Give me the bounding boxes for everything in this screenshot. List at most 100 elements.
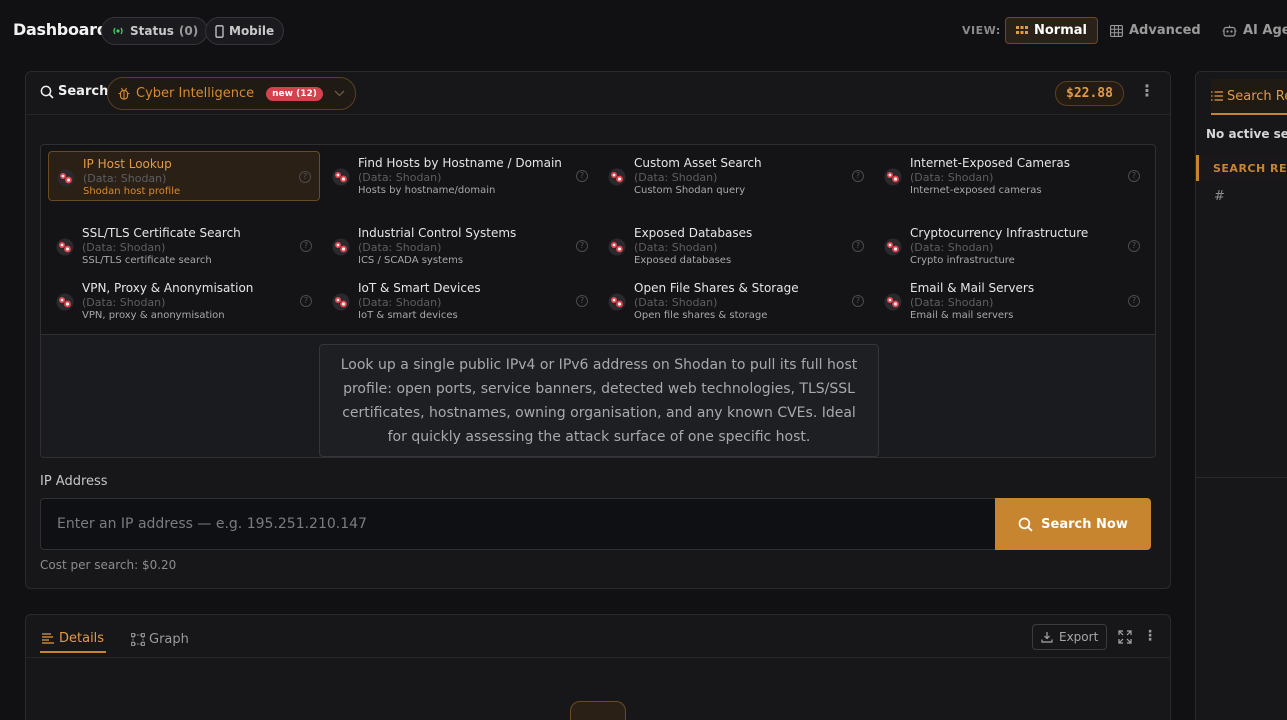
results-column-header: # bbox=[1214, 189, 1225, 204]
view-normal-button[interactable]: Normal bbox=[1005, 17, 1098, 44]
tool-text: Industrial Control Systems (Data: Shodan)… bbox=[358, 226, 568, 267]
tool-subtitle: IoT & smart devices bbox=[358, 310, 458, 321]
help-icon[interactable]: ? bbox=[1128, 170, 1140, 182]
tool-text: Find Hosts by Hostname / Domain (Data: Sh… bbox=[358, 156, 568, 197]
tool-subtitle: Shodan host profile bbox=[83, 186, 181, 197]
tool-description: Look up a single public IPv4 or IPv6 add… bbox=[319, 344, 879, 457]
list-icon bbox=[42, 632, 55, 644]
tool-tile[interactable]: IP Host Lookup (Data: Shodan) Shodan host … bbox=[48, 151, 320, 201]
details-header: Details Graph Export ⋮ bbox=[26, 615, 1170, 658]
export-label: Export bbox=[1059, 630, 1099, 644]
help-icon[interactable]: ? bbox=[576, 170, 588, 182]
shodan-icon bbox=[56, 293, 74, 311]
tool-tile[interactable]: Find Hosts by Hostname / Domain (Data: Sh… bbox=[324, 151, 596, 201]
tool-name: Email & Mail Servers bbox=[910, 281, 1035, 295]
tool-name: Find Hosts by Hostname / Domain bbox=[358, 156, 562, 170]
download-icon bbox=[1041, 631, 1053, 643]
tool-tile[interactable]: Exposed Databases (Data: Shodan) Exposed d… bbox=[600, 221, 872, 271]
broadcast-icon bbox=[111, 25, 125, 37]
tool-tile[interactable]: Open File Shares & Storage (Data: Shodan)… bbox=[600, 276, 872, 326]
help-icon[interactable]: ? bbox=[576, 240, 588, 252]
help-icon[interactable]: ? bbox=[300, 240, 312, 252]
ip-address-label: IP Address bbox=[40, 474, 108, 489]
details-panel: Details Graph Export ⋮ bbox=[25, 614, 1171, 720]
tool-text: IP Host Lookup (Data: Shodan) Shodan host … bbox=[83, 157, 293, 198]
help-icon[interactable]: ? bbox=[1128, 295, 1140, 307]
tool-subtitle: VPN, proxy & anonymisation bbox=[82, 310, 225, 321]
robot-icon bbox=[1222, 25, 1237, 37]
tool-subtitle: Hosts by hostname/domain bbox=[358, 185, 496, 196]
help-icon[interactable]: ? bbox=[300, 295, 312, 307]
search-panel-header: Search Cyber Intelligence new (12) $22.8… bbox=[26, 72, 1170, 115]
category-select[interactable]: Cyber Intelligence new (12) bbox=[107, 77, 356, 110]
tool-name: IP Host Lookup bbox=[83, 157, 172, 171]
help-icon[interactable]: ? bbox=[852, 240, 864, 252]
credits-balance: $22.88 bbox=[1055, 81, 1124, 106]
tool-text: Email & Mail Servers (Data: Shodan) Email … bbox=[910, 281, 1120, 322]
tool-subtitle: Internet-exposed cameras bbox=[910, 185, 1042, 196]
tool-name: IoT & Smart Devices bbox=[358, 281, 481, 295]
tool-subtitle: Email & mail servers bbox=[910, 310, 1014, 321]
shodan-icon bbox=[884, 293, 902, 311]
tab-details[interactable]: Details bbox=[40, 625, 107, 653]
status-button[interactable]: Status (0) bbox=[101, 17, 209, 45]
tool-tile[interactable]: VPN, Proxy & Anonymisation (Data: Shodan)… bbox=[48, 276, 320, 326]
expand-icon[interactable] bbox=[1118, 630, 1132, 644]
list-icon bbox=[1211, 91, 1223, 101]
top-bar: Dashboard Status (0) Mobile VIEW: Normal… bbox=[0, 0, 1287, 62]
tool-tile[interactable]: IoT & Smart Devices (Data: Shodan) IoT & s… bbox=[324, 276, 596, 326]
shodan-icon bbox=[57, 169, 75, 187]
tool-name: Internet-Exposed Cameras bbox=[910, 156, 1071, 170]
table-icon bbox=[1110, 24, 1123, 37]
tool-source: (Data: Shodan) bbox=[82, 296, 166, 309]
status-count: (0) bbox=[178, 24, 199, 38]
tab-graph[interactable]: Graph bbox=[129, 625, 191, 653]
tool-text: VPN, Proxy & Anonymisation (Data: Shodan)… bbox=[82, 281, 292, 322]
shodan-icon bbox=[608, 293, 626, 311]
tool-tile[interactable]: Industrial Control Systems (Data: Shodan)… bbox=[324, 221, 596, 271]
tool-tile[interactable]: Email & Mail Servers (Data: Shodan) Email … bbox=[876, 276, 1148, 326]
phone-icon bbox=[215, 24, 224, 38]
tool-text: Internet-Exposed Cameras (Data: Shodan) In… bbox=[910, 156, 1120, 197]
tool-tile[interactable]: Cryptocurrency Infrastructure (Data: Shod… bbox=[876, 221, 1148, 271]
help-icon[interactable]: ? bbox=[299, 171, 311, 183]
help-icon[interactable]: ? bbox=[852, 295, 864, 307]
tool-tile[interactable]: Internet-Exposed Cameras (Data: Shodan) In… bbox=[876, 151, 1148, 201]
view-ai-button[interactable]: AI Age bbox=[1212, 17, 1287, 44]
empty-state-icon bbox=[570, 701, 626, 720]
tool-subtitle: Custom Shodan query bbox=[634, 185, 746, 196]
tool-subtitle: ICS / SCADA systems bbox=[358, 255, 464, 266]
tool-text: Exposed Databases (Data: Shodan) Exposed d… bbox=[634, 226, 844, 267]
search-now-button[interactable]: Search Now bbox=[995, 498, 1151, 550]
status-label: Status bbox=[130, 24, 174, 38]
shodan-icon bbox=[884, 168, 902, 186]
shodan-icon bbox=[332, 168, 350, 186]
shodan-icon bbox=[884, 238, 902, 256]
tool-text: Custom Asset Search (Data: Shodan) Custom … bbox=[634, 156, 844, 197]
tool-name: VPN, Proxy & Anonymisation bbox=[82, 281, 254, 295]
tool-subtitle: Exposed databases bbox=[634, 255, 732, 266]
help-icon[interactable]: ? bbox=[1128, 240, 1140, 252]
tab-graph-label: Graph bbox=[149, 631, 189, 647]
help-icon[interactable]: ? bbox=[576, 295, 588, 307]
search-now-label: Search Now bbox=[1041, 516, 1128, 532]
view-advanced-button[interactable]: Advanced bbox=[1100, 17, 1211, 44]
shodan-icon bbox=[332, 238, 350, 256]
tool-tile[interactable]: Custom Asset Search (Data: Shodan) Custom … bbox=[600, 151, 872, 201]
results-panel: Search Re No active sea SEARCH RESU # bbox=[1195, 71, 1287, 720]
search-panel: Search Cyber Intelligence new (12) $22.8… bbox=[25, 71, 1171, 589]
tab-search-results[interactable]: Search Re bbox=[1211, 79, 1287, 115]
tab-search-results-label: Search Re bbox=[1227, 88, 1287, 104]
mobile-button[interactable]: Mobile bbox=[205, 17, 285, 45]
tool-source: (Data: Shodan) bbox=[358, 241, 442, 254]
details-more-icon[interactable]: ⋮ bbox=[1143, 629, 1157, 643]
export-button[interactable]: Export bbox=[1032, 624, 1108, 650]
divider bbox=[1196, 477, 1287, 478]
tool-tile[interactable]: SSL/TLS Certificate Search (Data: Shodan)… bbox=[48, 221, 320, 271]
tool-subtitle: Open file shares & storage bbox=[634, 310, 768, 321]
tool-source: (Data: Shodan) bbox=[910, 241, 994, 254]
tool-text: Cryptocurrency Infrastructure (Data: Shod… bbox=[910, 226, 1120, 267]
more-options-icon[interactable]: ⋮ bbox=[1139, 83, 1155, 99]
help-icon[interactable]: ? bbox=[852, 170, 864, 182]
ip-address-input[interactable] bbox=[40, 498, 996, 550]
